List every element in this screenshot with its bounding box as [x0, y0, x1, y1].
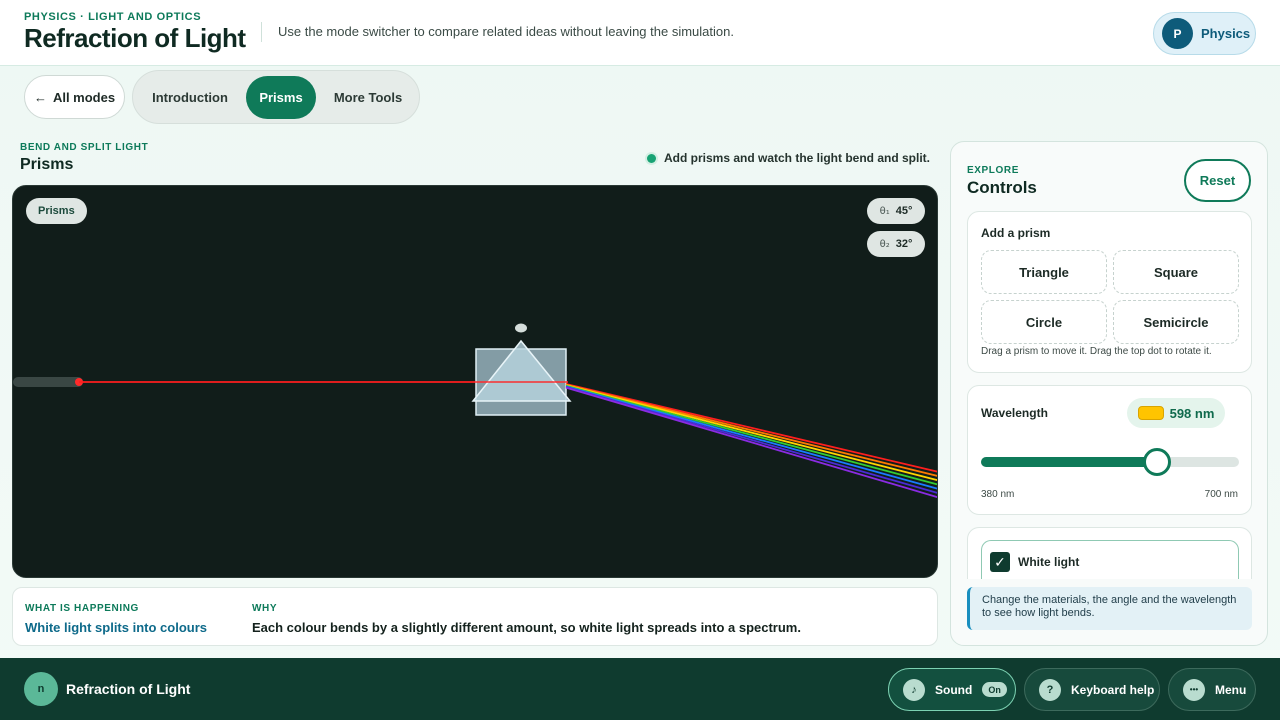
- header-eyebrow: PHYSICS · LIGHT AND OPTICS: [24, 11, 202, 23]
- sound-status-badge: On: [982, 682, 1007, 697]
- reset-button[interactable]: Reset: [1184, 159, 1251, 202]
- add-semicircle-button[interactable]: Semicircle: [1113, 300, 1239, 344]
- simulation-canvas[interactable]: Prisms θ₁ 45° θ₂ 32°: [12, 185, 938, 578]
- tab-prisms[interactable]: Prisms: [246, 76, 316, 119]
- panel-title: Controls: [967, 178, 1037, 197]
- info-strip: WHAT IS HAPPENING White light splits int…: [12, 587, 938, 646]
- spectrum-ray: [565, 383, 937, 477]
- all-modes-label: All modes: [52, 89, 116, 105]
- angle-readout-1: θ₁ 45°: [867, 198, 925, 224]
- controls-panel: EXPLORE Controls Reset Add a prism Trian…: [950, 141, 1268, 646]
- white-light-label: White light: [1018, 555, 1080, 569]
- sound-label: Sound: [935, 682, 973, 697]
- panel-eyebrow: EXPLORE: [967, 165, 1019, 176]
- white-light-card: ✓ White light: [967, 527, 1252, 579]
- theta-2-value: 32°: [895, 238, 913, 250]
- theta-2-symbol: θ₂: [879, 238, 890, 250]
- checkmark-icon[interactable]: ✓: [990, 552, 1010, 572]
- tab-more-tools[interactable]: More Tools: [320, 76, 416, 119]
- hint-dot-icon: [646, 153, 656, 163]
- rotate-handle[interactable]: [515, 323, 527, 333]
- laser-emitter[interactable]: [13, 377, 83, 387]
- all-modes-button[interactable]: ← All modes: [24, 75, 125, 119]
- what-label: WHAT IS HAPPENING: [25, 603, 139, 614]
- add-prism-title: Add a prism: [981, 226, 1051, 240]
- spectrum-ray: [565, 385, 937, 490]
- add-prism-note: Drag a prism to move it. Drag the top do…: [981, 346, 1212, 357]
- simulation-svg: [13, 323, 937, 498]
- mode-switcher: Introduction Prisms More Tools: [132, 70, 420, 124]
- sim-hint-text: Add prisms and watch the light bend and …: [663, 151, 930, 165]
- slider-thumb[interactable]: [1142, 448, 1171, 476]
- slider-fill: [981, 457, 1157, 467]
- arrow-left-icon: ←: [33, 89, 47, 105]
- tab-introduction[interactable]: Introduction: [138, 76, 242, 119]
- footer-title: Refraction of Light: [66, 681, 191, 697]
- theta-1-value: 45°: [895, 205, 913, 217]
- spectrum-ray: [565, 384, 937, 486]
- menu-label: Menu: [1215, 682, 1247, 697]
- sim-hint: Add prisms and watch the light bend and …: [646, 151, 930, 165]
- help-icon: ?: [1039, 678, 1061, 701]
- spectrum-ray: [565, 386, 937, 498]
- why-label: WHY: [252, 603, 278, 614]
- wavelength-value: 598 nm: [1169, 405, 1215, 421]
- header-description: Use the mode switcher to compare related…: [278, 24, 734, 39]
- add-prism-card: Add a prism Triangle Square Circle Semic…: [967, 211, 1252, 373]
- canvas-mode-pill: Prisms: [26, 198, 87, 224]
- spectrum-ray: [565, 383, 937, 473]
- keyboard-help-button[interactable]: ? Keyboard help: [1024, 668, 1160, 711]
- app-footer: n Refraction of Light ♪ Sound On ? Keybo…: [0, 658, 1280, 720]
- more-dots-icon: •••: [1183, 678, 1205, 701]
- spectrum-rays: [565, 383, 937, 498]
- angle-readout-2: θ₂ 32°: [867, 231, 925, 257]
- white-light-toggle[interactable]: ✓ White light: [981, 540, 1239, 579]
- add-circle-button[interactable]: Circle: [981, 300, 1107, 344]
- subject-avatar: P: [1162, 18, 1193, 49]
- wavelength-min-label: 380 nm: [981, 489, 1015, 500]
- sound-button[interactable]: ♪ Sound On: [888, 668, 1016, 711]
- music-note-icon: ♪: [903, 678, 925, 701]
- wavelength-slider[interactable]: [981, 448, 1239, 476]
- sim-title: Prisms: [20, 156, 74, 173]
- wavelength-badge: 598 nm: [1127, 398, 1225, 428]
- header-divider: [261, 22, 262, 42]
- subject-chip[interactable]: P Physics: [1153, 12, 1256, 55]
- app-title: Refraction of Light: [24, 23, 246, 53]
- wavelength-max-label: 700 nm: [1204, 489, 1238, 500]
- wavelength-title: Wavelength: [981, 406, 1048, 420]
- info-callout: Change the materials, the angle and the …: [967, 587, 1252, 630]
- why-value: Each colour bends by a slightly differen…: [252, 620, 801, 635]
- wavelength-card: Wavelength 598 nm 380 nm 700 nm: [967, 385, 1252, 515]
- app-logo: n: [24, 672, 58, 706]
- app-header: PHYSICS · LIGHT AND OPTICS Refraction of…: [0, 0, 1280, 66]
- theta-1-symbol: θ₁: [879, 205, 890, 217]
- subject-label: Physics: [1201, 26, 1251, 41]
- sim-eyebrow: BEND AND SPLIT LIGHT: [20, 142, 149, 153]
- spectrum-ray: [565, 384, 937, 481]
- keyboard-help-label: Keyboard help: [1071, 682, 1155, 697]
- menu-button[interactable]: ••• Menu: [1168, 668, 1256, 711]
- add-triangle-button[interactable]: Triangle: [981, 250, 1107, 294]
- add-square-button[interactable]: Square: [1113, 250, 1239, 294]
- what-value: White light splits into colours: [25, 620, 207, 635]
- wavelength-swatch: [1137, 406, 1164, 420]
